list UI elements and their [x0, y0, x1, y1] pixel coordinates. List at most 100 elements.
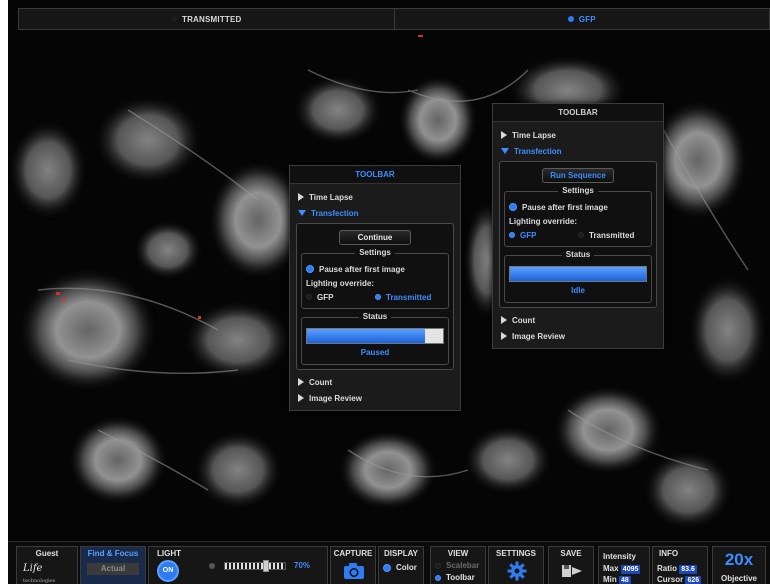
pause-radio[interactable]	[306, 265, 314, 273]
lighting-override-label: Lighting override:	[509, 216, 577, 226]
display-color-radio[interactable]	[383, 563, 391, 572]
channel-gfp-label: GFP	[578, 14, 596, 24]
settings-panel[interactable]: SETTINGS	[488, 546, 544, 584]
actual-button[interactable]: Actual	[87, 563, 139, 575]
find-focus-label: Find & Focus	[87, 549, 139, 558]
menu-transfection-label: Transfection	[311, 208, 359, 218]
expand-arrow-icon	[298, 394, 304, 402]
settings-label: SETTINGS	[495, 549, 536, 558]
menu-transfection[interactable]: Transfection	[493, 143, 663, 159]
menu-transfection[interactable]: Transfection	[290, 205, 460, 221]
channel-gfp-radio[interactable]	[567, 16, 574, 22]
toolbar-label: Toolbar	[446, 573, 475, 582]
toolbar-panel-left: TOOLBAR Time Lapse Transfection Continue…	[289, 165, 461, 411]
toolbar-title: TOOLBAR	[493, 104, 663, 122]
menu-count[interactable]: Count	[290, 374, 460, 390]
status-legend: Status	[561, 250, 595, 259]
user-panel[interactable]: Guest Life technologies	[16, 546, 78, 584]
display-color-option[interactable]: Color	[383, 563, 417, 572]
light-intensity-slider[interactable]	[224, 560, 286, 572]
light-slider-thumb[interactable]	[262, 560, 269, 572]
pause-label: Pause after first image	[522, 202, 608, 212]
settings-group: Settings Pause after first image Lightin…	[301, 248, 449, 309]
settings-group: Settings Pause after first image Lightin…	[504, 186, 652, 247]
view-label: VIEW	[447, 549, 469, 558]
light-on-toggle[interactable]: ON	[157, 560, 179, 582]
light-option-gfp[interactable]: GFP	[509, 231, 578, 240]
light-gfp-label: GFP	[520, 230, 537, 240]
intensity-max-row: Max 4095	[603, 564, 641, 574]
status-progress-fill	[307, 329, 426, 343]
light-transmitted-label: Transmitted	[589, 230, 635, 240]
logo-subtext: technologies	[23, 578, 56, 584]
info-panel: INFO Ratio 83.6 Cursor 626	[652, 546, 708, 584]
scalebar-checkbox[interactable]	[435, 562, 441, 569]
light-transmitted-radio[interactable]	[375, 294, 381, 300]
intensity-max-value: 4095	[620, 565, 641, 574]
light-option-transmitted[interactable]: Transmitted	[578, 231, 647, 240]
save-export-icon[interactable]	[562, 564, 582, 578]
capture-label: CAPTURE	[333, 549, 373, 558]
save-panel[interactable]: SAVE	[548, 546, 594, 584]
light-option-gfp[interactable]: GFP	[306, 293, 375, 302]
menu-transfection-label: Transfection	[514, 146, 562, 156]
intensity-min-label: Min	[603, 575, 617, 584]
lighting-options: GFP Transmitted	[509, 228, 647, 242]
channel-transmitted-radio[interactable]	[170, 16, 177, 22]
continue-button[interactable]: Continue	[339, 230, 411, 245]
info-ratio-row: Ratio 83.6	[657, 564, 697, 574]
menu-time-lapse[interactable]: Time Lapse	[290, 189, 460, 205]
channel-transmitted[interactable]: TRANSMITTED	[19, 9, 394, 29]
menu-time-lapse-label: Time Lapse	[512, 130, 556, 140]
status-group: Status Paused	[301, 312, 449, 365]
light-percent: 70%	[294, 561, 311, 570]
toolbar-checkbox[interactable]	[435, 574, 441, 581]
pause-radio[interactable]	[509, 203, 517, 211]
menu-image-review[interactable]: Image Review	[493, 328, 663, 344]
light-transmitted-label: Transmitted	[386, 292, 432, 302]
status-progress-fill	[510, 267, 646, 281]
channel-gfp[interactable]: GFP	[393, 9, 770, 29]
intensity-max-label: Max	[603, 564, 619, 573]
display-panel: DISPLAY Color	[378, 546, 424, 584]
lighting-options: GFP Transmitted	[306, 290, 444, 304]
camera-icon[interactable]	[343, 562, 365, 580]
objective-value: 20x	[724, 550, 754, 569]
view-scalebar-option[interactable]: Scalebar	[435, 561, 479, 570]
objective-panel[interactable]: 20x Objective	[712, 546, 766, 584]
menu-image-review[interactable]: Image Review	[290, 390, 460, 406]
expand-arrow-icon	[298, 378, 304, 386]
menu-count[interactable]: Count	[493, 312, 663, 328]
pause-label: Pause after first image	[319, 264, 405, 274]
pause-after-first-image-option[interactable]: Pause after first image	[306, 262, 444, 276]
info-ratio-value: 83.6	[679, 565, 697, 574]
intensity-min-value: 48	[619, 576, 631, 584]
view-toolbar-option[interactable]: Toolbar	[435, 573, 475, 582]
toolbar-panel-right: TOOLBAR Time Lapse Transfection Run Sequ…	[492, 103, 664, 349]
info-cursor-value: 626	[685, 576, 702, 584]
light-transmitted-radio[interactable]	[578, 232, 584, 238]
light-dim-icon	[209, 563, 215, 569]
pause-after-first-image-option[interactable]: Pause after first image	[509, 200, 647, 214]
menu-count-label: Count	[309, 377, 333, 387]
run-sequence-button[interactable]: Run Sequence	[542, 168, 614, 183]
intensity-min-row: Min 48	[603, 575, 631, 584]
light-gfp-radio[interactable]	[306, 294, 312, 300]
gear-icon[interactable]	[507, 561, 527, 581]
display-label: DISPLAY	[384, 549, 418, 558]
channel-transmitted-label: TRANSMITTED	[181, 14, 242, 24]
menu-time-lapse-label: Time Lapse	[309, 192, 353, 202]
status-progress-bar	[509, 266, 647, 282]
status-text: Idle	[571, 286, 585, 295]
menu-time-lapse[interactable]: Time Lapse	[493, 127, 663, 143]
status-text: Paused	[360, 348, 390, 357]
logo-text: Life	[23, 563, 43, 574]
light-gfp-radio[interactable]	[509, 232, 515, 238]
status-group: Status Idle	[504, 250, 652, 303]
find-focus-panel[interactable]: Find & Focus Actual	[80, 546, 146, 584]
light-option-transmitted[interactable]: Transmitted	[375, 293, 444, 302]
microscope-view: TRANSMITTED GFP TOOLBAR Time Lapse Trans…	[8, 0, 770, 584]
settings-legend: Settings	[355, 248, 395, 257]
menu-count-label: Count	[512, 315, 536, 325]
capture-panel[interactable]: CAPTURE	[330, 546, 376, 584]
